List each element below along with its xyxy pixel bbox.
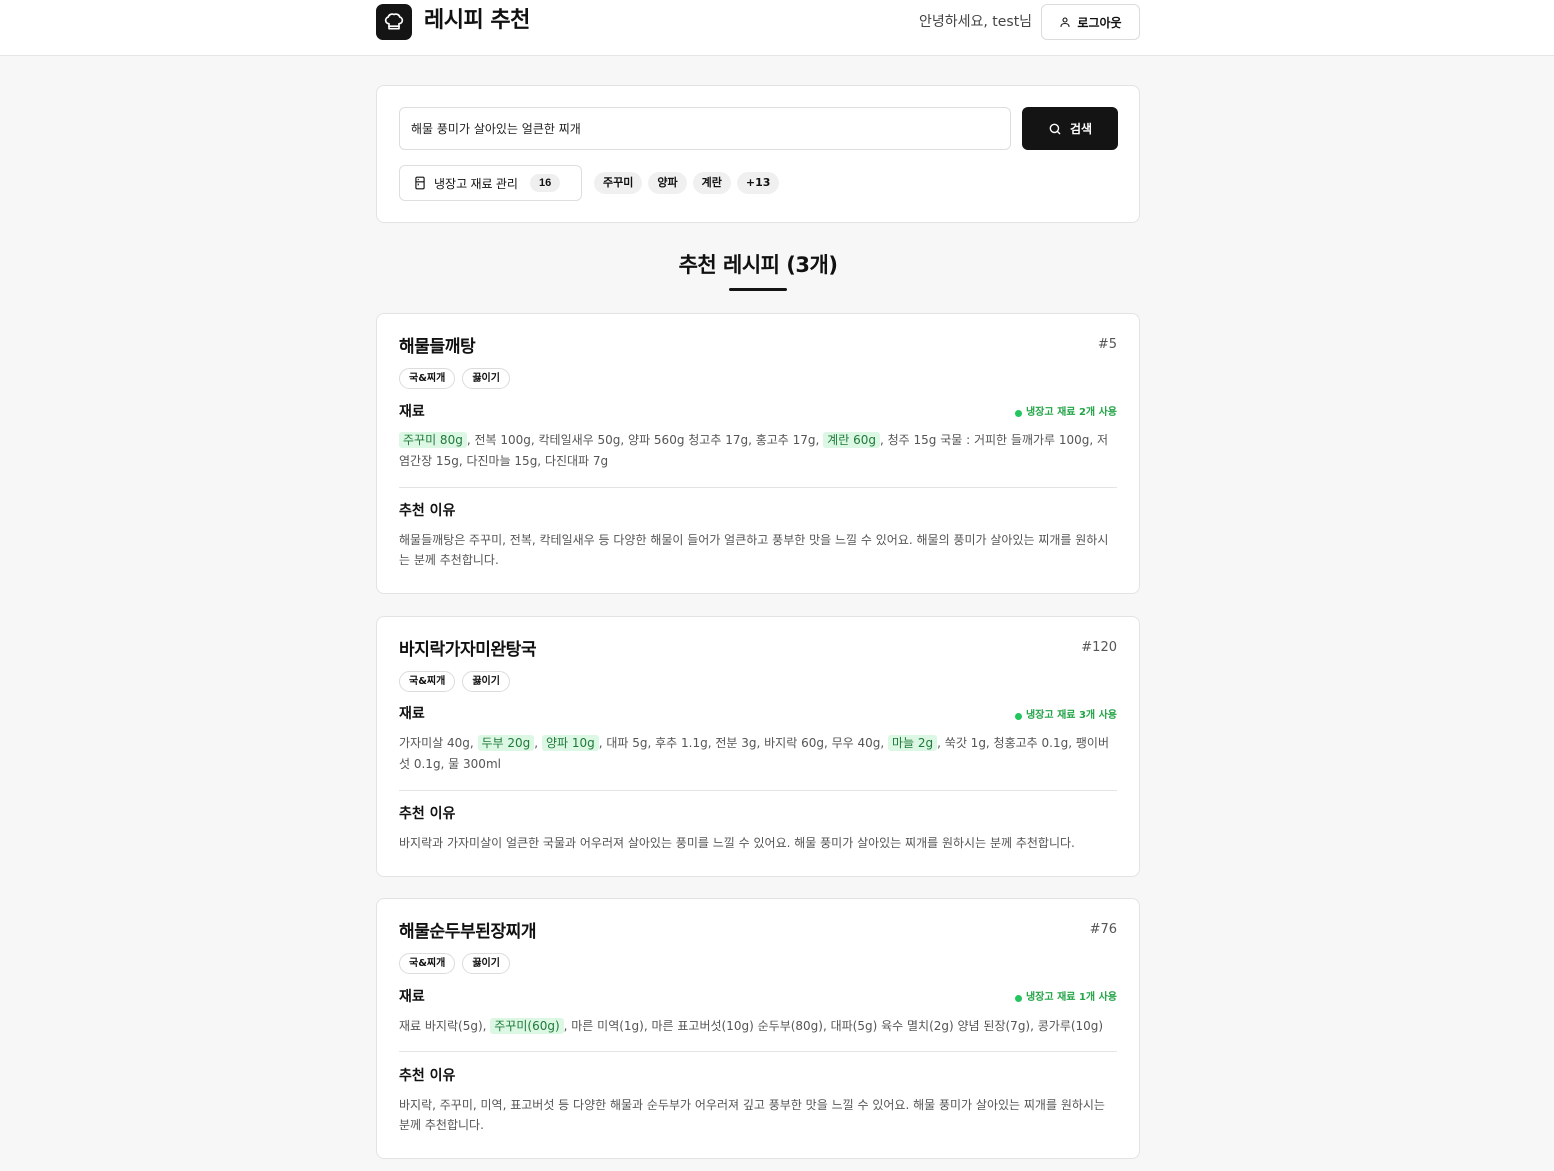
divider [399, 487, 1117, 488]
recipe-title: 해물들깨탕 [399, 337, 476, 357]
ingredient-text: 가자미살 40g, [399, 736, 478, 750]
search-panel: 검색 냉장고 재료 관리 16 주꾸미 양파 계란 +13 [376, 85, 1140, 223]
divider [399, 1051, 1117, 1052]
recipe-tag: 끓이기 [462, 368, 510, 389]
recipe-tag: 국&찌개 [399, 368, 456, 389]
fridge-count-badge: 16 [529, 174, 561, 192]
results-title: 추천 레시피 (3개) [678, 253, 838, 277]
title-underline [729, 288, 787, 291]
recipe-tag: 끓이기 [462, 671, 510, 692]
recipe-title: 바지락가자미완탕국 [399, 640, 537, 660]
top-header: 레시피 추천 안녕하세요, test님 로그아웃 [0, 0, 1554, 56]
recipe-tags: 국&찌개 끓이기 [399, 368, 510, 389]
recipe-tag: 끓이기 [462, 953, 510, 974]
ingredient-highlight: 양파 10g [541, 735, 599, 751]
ingredients-label: 재료 [399, 404, 425, 420]
fridge-chip[interactable]: 주꾸미 [594, 172, 643, 194]
search-button[interactable]: 검색 [1022, 107, 1118, 150]
ingredients-label: 재료 [399, 706, 425, 722]
ingredient-highlight: 주꾸미(60g) [490, 1018, 564, 1034]
app-title: 레시피 추천 [424, 8, 530, 33]
recipe-tag: 국&찌개 [399, 953, 456, 974]
recipe-id: #76 [1089, 922, 1117, 937]
ingredient-highlight: 계란 60g [823, 432, 880, 448]
fridge-use-indicator: 냉장고 재료 3개 사용 [1014, 709, 1117, 723]
ingredient-text: , 대파 5g, 후추 1.1g, 전분 3g, 바지락 60g, 무우 40g… [598, 736, 888, 750]
ingredient-highlight: 두부 20g [477, 735, 535, 751]
fridge-use-indicator: 냉장고 재료 2개 사용 [1014, 406, 1117, 420]
fridge-use-text: 냉장고 재료 1개 사용 [1025, 992, 1117, 1003]
search-button-label: 검색 [1069, 122, 1093, 136]
fridge-manage-label: 냉장고 재료 관리 [434, 176, 518, 191]
fridge-manage-button[interactable]: 냉장고 재료 관리 16 [399, 165, 582, 201]
ingredient-text: , [534, 736, 542, 750]
fridge-chip[interactable]: 계란 [692, 172, 731, 194]
logout-button[interactable]: 로그아웃 [1041, 4, 1140, 40]
divider [399, 790, 1117, 791]
fridge-chip[interactable]: 양파 [648, 172, 687, 194]
recipe-tags: 국&찌개 끓이기 [399, 953, 510, 974]
ingredient-highlight: 마늘 2g [888, 735, 938, 751]
status-dot-icon [1014, 994, 1022, 1002]
reason-text: 바지락, 주꾸미, 미역, 표고버섯 등 다양한 해물과 순두부가 어우러져 깊… [399, 1098, 1105, 1132]
reason-label: 추천 이유 [399, 1068, 456, 1084]
recipe-title: 해물순두부된장찌개 [399, 922, 537, 942]
fridge-chip-more[interactable]: +13 [736, 172, 780, 194]
recipe-tags: 국&찌개 끓이기 [399, 671, 510, 692]
user-icon [1060, 17, 1070, 28]
ingredients-text: 가자미살 40g, 두부 20g, 양파 10g, 대파 5g, 후추 1.1g… [399, 733, 1117, 775]
ingredients-text: 재료 바지락(5g), 주꾸미(60g), 마른 미역(1g), 마른 표고버섯… [399, 1016, 1117, 1037]
reason-text: 바지락과 가자미살이 얼큰한 국물과 어우러져 살아있는 풍미를 느낄 수 있어… [399, 836, 1075, 850]
status-dot-icon [1014, 409, 1022, 417]
user-greeting: 안녕하세요, test님 [919, 14, 1033, 30]
recipe-card[interactable]: 해물순두부된장찌개 #76 국&찌개 끓이기 재료 냉장고 재료 1개 사용 재… [376, 898, 1140, 1159]
status-dot-icon [1014, 712, 1022, 720]
search-icon [1049, 123, 1061, 134]
recipe-card[interactable]: 바지락가자미완탕국 #120 국&찌개 끓이기 재료 냉장고 재료 3개 사용 … [376, 616, 1140, 877]
ingredient-text: , 마른 미역(1g), 마른 표고버섯(10g) 순두부(80g), 대파(5… [563, 1019, 1104, 1033]
fridge-use-indicator: 냉장고 재료 1개 사용 [1014, 991, 1117, 1005]
reason-label: 추천 이유 [399, 503, 456, 519]
recipe-id: #5 [1097, 337, 1117, 352]
reason-label: 추천 이유 [399, 806, 456, 822]
ingredients-text: 주꾸미 80g, 전복 100g, 칵테일새우 50g, 양파 560g 청고추… [399, 430, 1117, 472]
recipe-id: #120 [1081, 640, 1117, 655]
fridge-use-text: 냉장고 재료 2개 사용 [1025, 407, 1117, 418]
logo[interactable] [376, 4, 412, 40]
fridge-chips: 주꾸미 양파 계란 +13 [594, 172, 780, 194]
fridge-use-text: 냉장고 재료 3개 사용 [1025, 710, 1117, 721]
chef-hat-icon [384, 13, 404, 30]
reason-text: 해물들깨탕은 주꾸미, 전복, 칵테일새우 등 다양한 해물이 들어가 얼큰하고… [399, 533, 1109, 567]
recipe-tag: 국&찌개 [399, 671, 456, 692]
logout-label: 로그아웃 [1077, 15, 1122, 30]
ingredient-text: , 전복 100g, 칵테일새우 50g, 양파 560g 청고추 17g, 홍… [466, 433, 824, 447]
search-input[interactable] [399, 107, 1011, 150]
ingredients-label: 재료 [399, 989, 425, 1005]
fridge-icon [415, 176, 425, 190]
recipe-card[interactable]: 해물들깨탕 #5 국&찌개 끓이기 재료 냉장고 재료 2개 사용 주꾸미 80… [376, 313, 1140, 594]
ingredient-highlight: 주꾸미 80g [399, 432, 467, 448]
ingredient-text: 재료 바지락(5g), [399, 1019, 491, 1033]
